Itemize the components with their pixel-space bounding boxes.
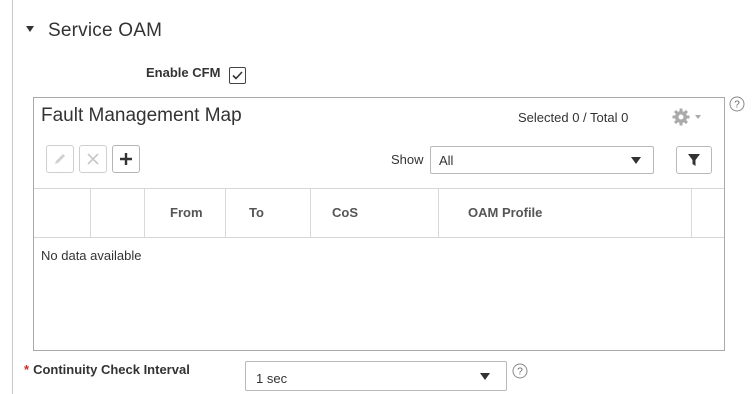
add-button[interactable] <box>112 145 140 173</box>
section-header[interactable]: Service OAM <box>26 20 162 42</box>
filter-icon <box>688 154 700 166</box>
checkmark-icon <box>232 71 243 80</box>
chevron-down-icon <box>695 115 701 119</box>
column-header-blank[interactable] <box>91 189 145 237</box>
help-icon[interactable]: ? <box>729 96 745 112</box>
close-icon <box>87 153 99 165</box>
edit-button[interactable] <box>46 145 74 173</box>
column-header-to[interactable]: To <box>226 189 311 237</box>
map-toolbar: Show All <box>34 140 724 184</box>
svg-text:?: ? <box>517 367 523 378</box>
continuity-check-select[interactable]: 1 sec <box>245 361 507 391</box>
filter-button[interactable] <box>676 146 712 174</box>
column-header-select[interactable] <box>34 189 91 237</box>
show-label: Show <box>391 152 424 167</box>
empty-message: No data available <box>41 248 142 263</box>
gear-icon <box>672 108 690 126</box>
pencil-icon <box>55 154 65 164</box>
settings-menu[interactable] <box>672 108 702 126</box>
continuity-check-label: Continuity Check Interval <box>33 362 190 377</box>
dropdown-arrow-icon <box>480 373 490 380</box>
required-marker: * <box>24 362 30 377</box>
column-header-oam-profile[interactable]: OAM Profile <box>439 189 692 237</box>
show-select-value: All <box>439 153 454 168</box>
map-title: Fault Management Map <box>41 105 242 126</box>
collapse-arrow-icon[interactable] <box>26 26 34 32</box>
continuity-check-row: * Continuity Check Interval <box>24 362 190 377</box>
svg-text:?: ? <box>734 100 740 111</box>
enable-cfm-checkbox[interactable] <box>229 67 247 84</box>
enable-cfm-label: Enable CFM <box>146 65 221 80</box>
table-header: From To CoS OAM Profile <box>34 188 724 238</box>
show-select[interactable]: All <box>430 146 654 174</box>
column-header-end <box>692 189 724 237</box>
column-header-cos[interactable]: CoS <box>311 189 439 237</box>
selection-count: Selected 0 / Total 0 <box>518 110 629 125</box>
column-header-from[interactable]: From <box>145 189 226 237</box>
enable-cfm-row: Enable CFM <box>146 61 247 84</box>
fault-management-map: Fault Management Map Selected 0 / Total … <box>33 97 725 351</box>
section-title: Service OAM <box>48 20 163 41</box>
help-icon[interactable]: ? <box>512 363 528 379</box>
dropdown-arrow-icon <box>631 157 641 164</box>
continuity-check-value: 1 sec <box>256 371 288 386</box>
delete-button[interactable] <box>79 145 107 173</box>
plus-icon <box>120 153 132 165</box>
